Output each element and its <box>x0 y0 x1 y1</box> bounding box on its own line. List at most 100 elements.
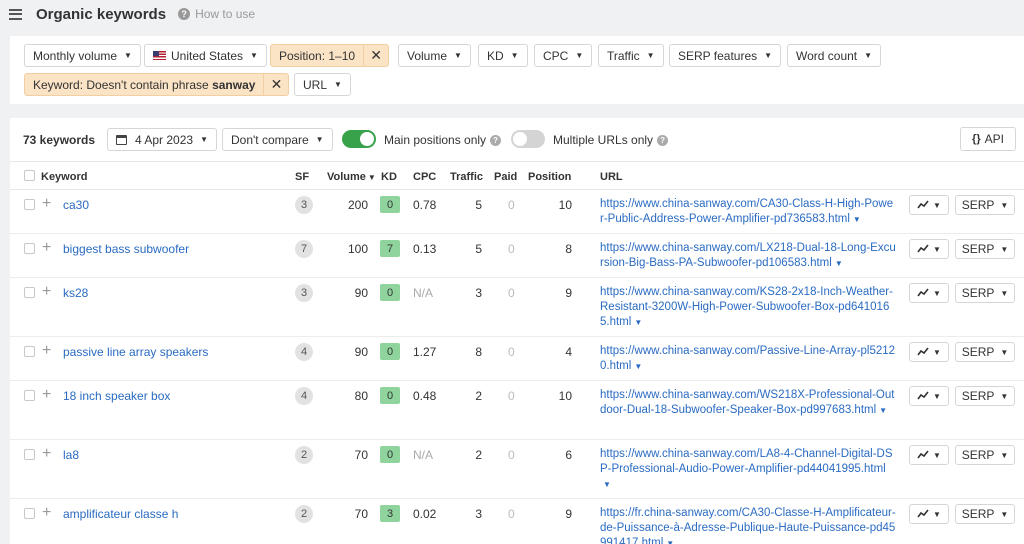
chevron-down-icon[interactable]: ▼ <box>603 480 611 489</box>
serp-button[interactable]: SERP ▼ <box>955 342 1015 362</box>
trend-chart-button[interactable]: ▼ <box>909 342 949 362</box>
serp-button[interactable]: SERP ▼ <box>955 283 1015 303</box>
serp-features-count[interactable]: 3 <box>295 284 313 302</box>
url-link[interactable]: https://www.china-sanway.com/LA8-4-Chann… <box>600 447 896 492</box>
kd-label: KD <box>487 48 504 63</box>
serp-button[interactable]: SERP ▼ <box>955 504 1015 524</box>
row-checkbox[interactable] <box>24 449 35 460</box>
trend-chart-button[interactable]: ▼ <box>909 195 949 215</box>
url-link[interactable]: https://fr.china-sanway.com/CA30-Classe-… <box>600 506 896 544</box>
how-to-use-link[interactable]: ? How to use <box>178 7 255 21</box>
add-to-list-icon[interactable]: + <box>42 284 51 300</box>
col-cpc[interactable]: CPC <box>413 171 436 183</box>
hamburger-icon[interactable] <box>9 8 22 20</box>
serp-features-count[interactable]: 3 <box>295 196 313 214</box>
col-kd[interactable]: KD <box>381 171 397 183</box>
chevron-down-icon: ▼ <box>933 288 941 298</box>
monthly-volume-dropdown[interactable]: Monthly volume ▼ <box>24 44 141 67</box>
url-link[interactable]: https://www.china-sanway.com/KS28-2x18-I… <box>600 285 896 330</box>
chevron-down-icon[interactable]: ▼ <box>853 215 861 224</box>
row-checkbox[interactable] <box>24 390 35 401</box>
compare-label: Don't compare <box>231 132 309 147</box>
select-all-checkbox[interactable] <box>24 170 35 181</box>
trend-chart-button[interactable]: ▼ <box>909 504 949 524</box>
col-position[interactable]: Position <box>528 171 571 183</box>
keyword-filter-active[interactable]: Keyword: Doesn't contain phrase sanway ✕ <box>24 73 290 96</box>
serp-features-label: SERP features <box>678 48 758 63</box>
chevron-down-icon[interactable]: ▼ <box>835 259 843 268</box>
keyword-link[interactable]: amplificateur classe h <box>63 507 178 521</box>
paid-value: 0 <box>508 448 515 462</box>
trend-chart-button[interactable]: ▼ <box>909 386 949 406</box>
question-circle-icon[interactable]: ? <box>657 135 669 147</box>
keyword-link[interactable]: ca30 <box>63 198 89 212</box>
api-button[interactable]: {} API <box>960 127 1016 151</box>
traffic-dropdown[interactable]: Traffic ▼ <box>598 44 664 67</box>
cpc-label: CPC <box>543 48 569 63</box>
url-link[interactable]: https://www.china-sanway.com/CA30-Class-… <box>600 197 896 227</box>
row-checkbox[interactable] <box>24 199 35 210</box>
close-icon[interactable]: ✕ <box>263 74 288 95</box>
serp-features-count[interactable]: 4 <box>295 343 313 361</box>
cpc-value: N/A <box>413 286 434 300</box>
url-dropdown[interactable]: URL ▼ <box>294 73 351 96</box>
keyword-link[interactable]: passive line array speakers <box>63 345 208 359</box>
cpc-dropdown[interactable]: CPC ▼ <box>534 44 593 67</box>
keyword-link[interactable]: ks28 <box>63 286 88 300</box>
position-filter-label: Position: 1–10 <box>279 48 356 63</box>
chevron-down-icon: ▼ <box>1000 347 1009 357</box>
question-circle-icon[interactable]: ? <box>490 135 502 147</box>
chevron-down-icon[interactable]: ▼ <box>634 362 642 371</box>
serp-features-count[interactable]: 7 <box>295 240 313 258</box>
keyword-count: 73 keywords <box>23 133 96 147</box>
serp-button[interactable]: SERP ▼ <box>955 239 1015 259</box>
col-sf[interactable]: SF <box>295 171 309 183</box>
serp-features-count[interactable]: 4 <box>295 387 313 405</box>
country-dropdown[interactable]: United States ▼ <box>144 44 267 67</box>
row-checkbox[interactable] <box>24 243 35 254</box>
kd-dropdown[interactable]: KD ▼ <box>478 44 528 67</box>
serp-features-count[interactable]: 2 <box>295 505 313 523</box>
multiple-urls-toggle[interactable] <box>511 130 545 148</box>
url-link[interactable]: https://www.china-sanway.com/Passive-Lin… <box>600 344 896 374</box>
trend-chart-button[interactable]: ▼ <box>909 445 949 465</box>
chevron-down-icon[interactable]: ▼ <box>879 406 887 415</box>
traffic-value: 3 <box>475 507 482 521</box>
col-volume[interactable]: Volume ▼ <box>327 171 376 183</box>
position-filter-active[interactable]: Position: 1–10 ✕ <box>270 44 390 67</box>
word-count-dropdown[interactable]: Word count ▼ <box>787 44 882 67</box>
col-keyword[interactable]: Keyword <box>41 171 87 183</box>
add-to-list-icon[interactable]: + <box>42 387 51 403</box>
main-positions-toggle[interactable] <box>342 130 376 148</box>
url-link[interactable]: https://www.china-sanway.com/WS218X-Prof… <box>600 388 896 418</box>
row-checkbox[interactable] <box>24 508 35 519</box>
serp-features-dropdown[interactable]: SERP features ▼ <box>669 44 782 67</box>
add-to-list-icon[interactable]: + <box>42 505 51 521</box>
add-to-list-icon[interactable]: + <box>42 446 51 462</box>
col-url[interactable]: URL <box>600 171 623 183</box>
add-to-list-icon[interactable]: + <box>42 196 51 212</box>
table-row: + ca30 3 200 0 0.78 5 0 10 https://www.china-sanw… <box>10 190 1024 234</box>
keyword-link[interactable]: 18 inch speaker box <box>63 389 170 403</box>
url-link[interactable]: https://www.china-sanway.com/LX218-Dual-… <box>600 241 896 271</box>
col-paid[interactable]: Paid <box>494 171 517 183</box>
row-checkbox[interactable] <box>24 346 35 357</box>
add-to-list-icon[interactable]: + <box>42 343 51 359</box>
row-checkbox[interactable] <box>24 287 35 298</box>
close-icon[interactable]: ✕ <box>363 45 388 66</box>
chevron-down-icon[interactable]: ▼ <box>666 539 674 544</box>
serp-button[interactable]: SERP ▼ <box>955 195 1015 215</box>
keyword-link[interactable]: la8 <box>63 448 79 462</box>
keyword-link[interactable]: biggest bass subwoofer <box>63 242 189 256</box>
trend-chart-button[interactable]: ▼ <box>909 283 949 303</box>
volume-dropdown[interactable]: Volume ▼ <box>398 44 471 67</box>
add-to-list-icon[interactable]: + <box>42 240 51 256</box>
serp-features-count[interactable]: 2 <box>295 446 313 464</box>
serp-button[interactable]: SERP ▼ <box>955 445 1015 465</box>
date-picker[interactable]: 4 Apr 2023 ▼ <box>107 128 217 151</box>
trend-chart-button[interactable]: ▼ <box>909 239 949 259</box>
chevron-down-icon[interactable]: ▼ <box>634 318 642 327</box>
compare-dropdown[interactable]: Don't compare ▼ <box>222 128 333 151</box>
serp-button[interactable]: SERP ▼ <box>955 386 1015 406</box>
col-traffic[interactable]: Traffic <box>450 171 483 183</box>
